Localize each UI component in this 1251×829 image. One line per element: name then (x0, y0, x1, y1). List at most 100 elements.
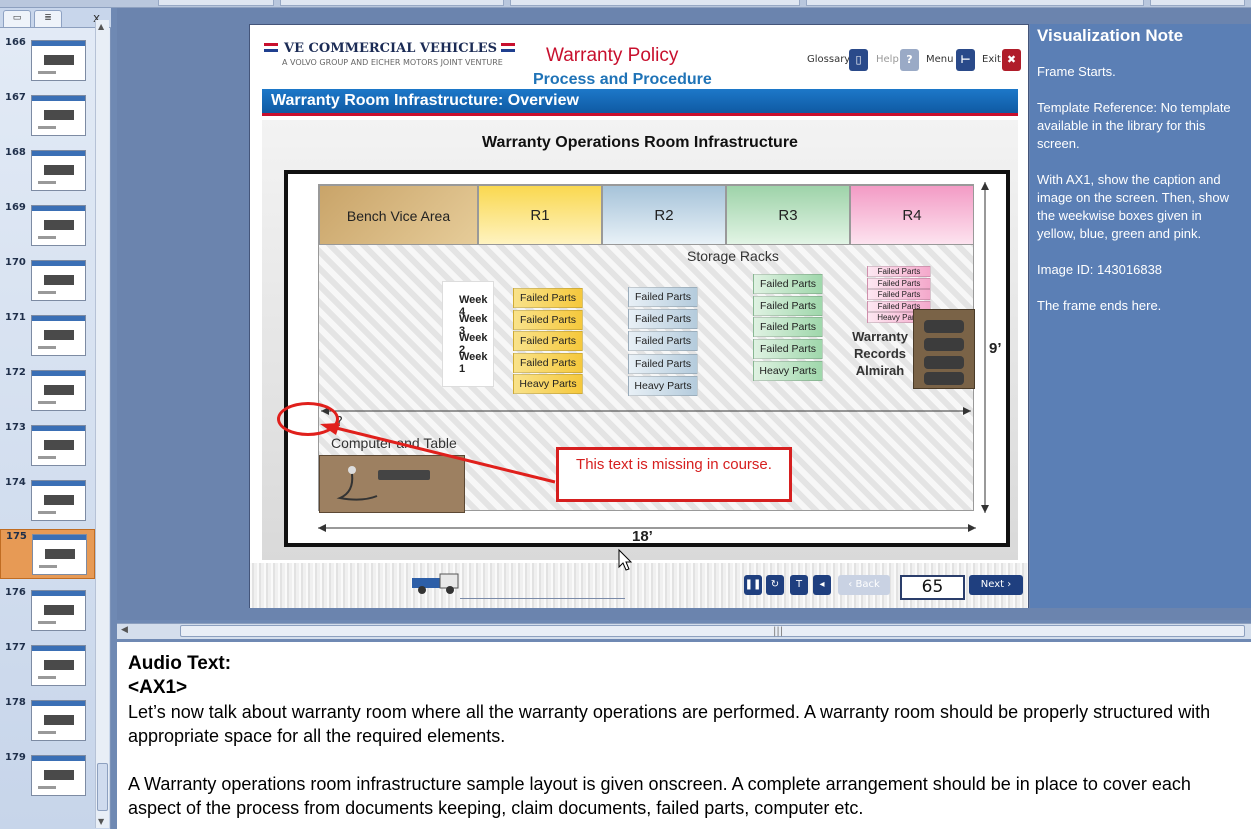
back-button[interactable]: ‹ Back (838, 575, 890, 595)
r2-heavy-parts-box: Heavy Parts (628, 376, 698, 396)
volume-icon[interactable]: ◂ (813, 575, 831, 595)
rack-r2: R2 (602, 185, 726, 245)
slide-number: 174 (5, 477, 26, 488)
storage-racks-label: Storage Racks (687, 248, 779, 264)
slide-preview (31, 315, 86, 356)
glossary-icon[interactable]: ▯ (849, 49, 868, 71)
r3-heavy-parts-box: Heavy Parts (753, 361, 823, 381)
slide-preview (31, 480, 86, 521)
menu-link[interactable]: Menu (926, 49, 953, 71)
tab-outline[interactable]: ≣ (34, 10, 62, 27)
slide-preview (32, 534, 87, 575)
slide-thumbnail[interactable]: 175 (0, 529, 95, 579)
grip-icon: ||| (773, 626, 784, 637)
outline-tab-icon: ≣ (44, 13, 52, 23)
slide-thumbnail[interactable]: 179 (0, 751, 95, 801)
help-icon[interactable]: ? (900, 49, 919, 71)
slide-canvas[interactable]: VE COMMERCIAL VEHICLES A VOLVO GROUP AND… (249, 24, 1029, 608)
progress-track (460, 598, 625, 599)
bench-vice-area: Bench Vice Area (319, 185, 478, 245)
r3-failed-parts-box: Failed Parts (753, 296, 823, 316)
glossary-link[interactable]: Glossary (807, 49, 850, 71)
slide-number: 176 (5, 587, 26, 598)
rack-r1: R1 (478, 185, 602, 245)
exit-link[interactable]: Exit (982, 49, 1001, 71)
pause-icon[interactable]: ❚❚ (744, 575, 762, 595)
week-label: Week 1 (459, 351, 488, 375)
truck-progress-icon (412, 573, 459, 594)
scroll-left-icon[interactable]: ◀ (121, 625, 128, 635)
slide-number: 172 (5, 367, 26, 378)
r4-failed-parts-box: Failed Parts (867, 278, 931, 289)
slides-panel: ▭ ≣ x 166 167 168 169 170 171 172 173 174 175 176 1… (0, 8, 111, 829)
slide-thumbnail[interactable]: 168 (0, 146, 95, 196)
tab-slides[interactable]: ▭ (3, 10, 31, 27)
slide-preview (31, 150, 86, 191)
slide-thumbnail[interactable]: 176 (0, 586, 95, 636)
r2-failed-parts-box: Failed Parts (628, 354, 698, 374)
slide-thumbnail[interactable]: 173 (0, 421, 95, 471)
r1-failed-parts-box: Failed Parts (513, 353, 583, 373)
width-dimension: 18’ (632, 528, 653, 545)
help-link[interactable]: Help (876, 49, 899, 71)
scrollbar-thumb[interactable] (97, 763, 108, 811)
horizontal-scroll-thumb[interactable]: ||| (180, 625, 1245, 637)
note-paragraph: With AX1, show the caption and image on … (1037, 172, 1229, 241)
slide-number: 166 (5, 37, 26, 48)
slide-number: 178 (5, 697, 26, 708)
slide-thumbnail[interactable]: 178 (0, 696, 95, 746)
r3-failed-parts-box: Failed Parts (753, 317, 823, 337)
slide-thumbnail[interactable]: 171 (0, 311, 95, 361)
audio-paragraph: A Warranty operations room infrastructur… (128, 774, 1191, 818)
almirah-label: Warranty Records Almirah (852, 329, 908, 378)
powerpoint-window: ▭ ≣ x 166 167 168 169 170 171 172 173 174 175 176 1… (0, 0, 1251, 829)
back-label: Back (855, 579, 880, 590)
flag-icon (501, 43, 515, 52)
scroll-up-icon[interactable]: ▲ (98, 22, 104, 31)
r1-failed-parts-box: Failed Parts (513, 331, 583, 351)
slide-preview (31, 370, 86, 411)
r1-failed-parts-box: Failed Parts (513, 288, 583, 308)
slides-panel-scrollbar[interactable]: ▲ ▼ (95, 20, 109, 828)
horizontal-scrollbar[interactable]: ◀ ||| (117, 623, 1251, 639)
slide-thumbnail[interactable]: 170 (0, 256, 95, 306)
slide-number: 179 (5, 752, 26, 763)
flag-icon (264, 43, 278, 52)
notes-pane[interactable]: Audio Text: <AX1> Let’s now talk about w… (117, 642, 1251, 829)
visualization-note: Visualization Note Frame Starts. Templat… (1030, 24, 1251, 608)
slide-preview (31, 95, 86, 136)
slide-number: 169 (5, 202, 26, 213)
almirah-cabinet (913, 309, 975, 389)
height-dimension: 9’ (989, 340, 1002, 357)
slide-thumbnail[interactable]: 167 (0, 91, 95, 141)
menu-icon[interactable]: ⊢ (956, 49, 975, 71)
replay-icon[interactable]: ↻ (766, 575, 784, 595)
r3-failed-parts-box: Failed Parts (753, 274, 823, 294)
exit-icon[interactable]: ✖ (1002, 49, 1021, 71)
slides-tab-icon: ▭ (12, 13, 22, 23)
slide-thumbnail[interactable]: 172 (0, 366, 95, 416)
week-labels: Week 4 Week 3 Week 2 Week 1 (442, 281, 494, 387)
slide-preview (31, 590, 86, 631)
screen-title-bar: Warranty Room Infrastructure: Overview (262, 89, 1018, 116)
company-tagline: A VOLVO GROUP AND EICHER MOTORS JOINT VE… (282, 58, 503, 67)
slide-preview (31, 205, 86, 246)
slide-thumbnail[interactable]: 177 (0, 641, 95, 691)
scroll-down-icon[interactable]: ▼ (98, 817, 104, 826)
slide-thumbnail[interactable]: 169 (0, 201, 95, 251)
company-logo: VE COMMERCIAL VEHICLES (284, 41, 498, 56)
page-number[interactable]: 65 (900, 575, 965, 600)
slide-thumbnail[interactable]: 174 (0, 476, 95, 526)
r4-failed-parts-box: Failed Parts (867, 289, 931, 300)
slide-thumbnail[interactable]: 166 (0, 36, 95, 86)
player-controls: ❚❚ ↻ T ◂ ‹ Back 65 Next › (250, 563, 1028, 608)
transcript-icon[interactable]: T (790, 575, 808, 595)
r3-failed-parts-box: Failed Parts (753, 339, 823, 359)
slide-preview (31, 700, 86, 741)
slide-number: 175 (6, 531, 27, 542)
next-label: Next (980, 579, 1005, 590)
next-button[interactable]: Next › (969, 575, 1023, 595)
note-paragraph: Template Reference: No template availabl… (1037, 100, 1231, 151)
slide-preview (31, 645, 86, 686)
annotation-callout: This text is missing in course. (556, 447, 792, 502)
